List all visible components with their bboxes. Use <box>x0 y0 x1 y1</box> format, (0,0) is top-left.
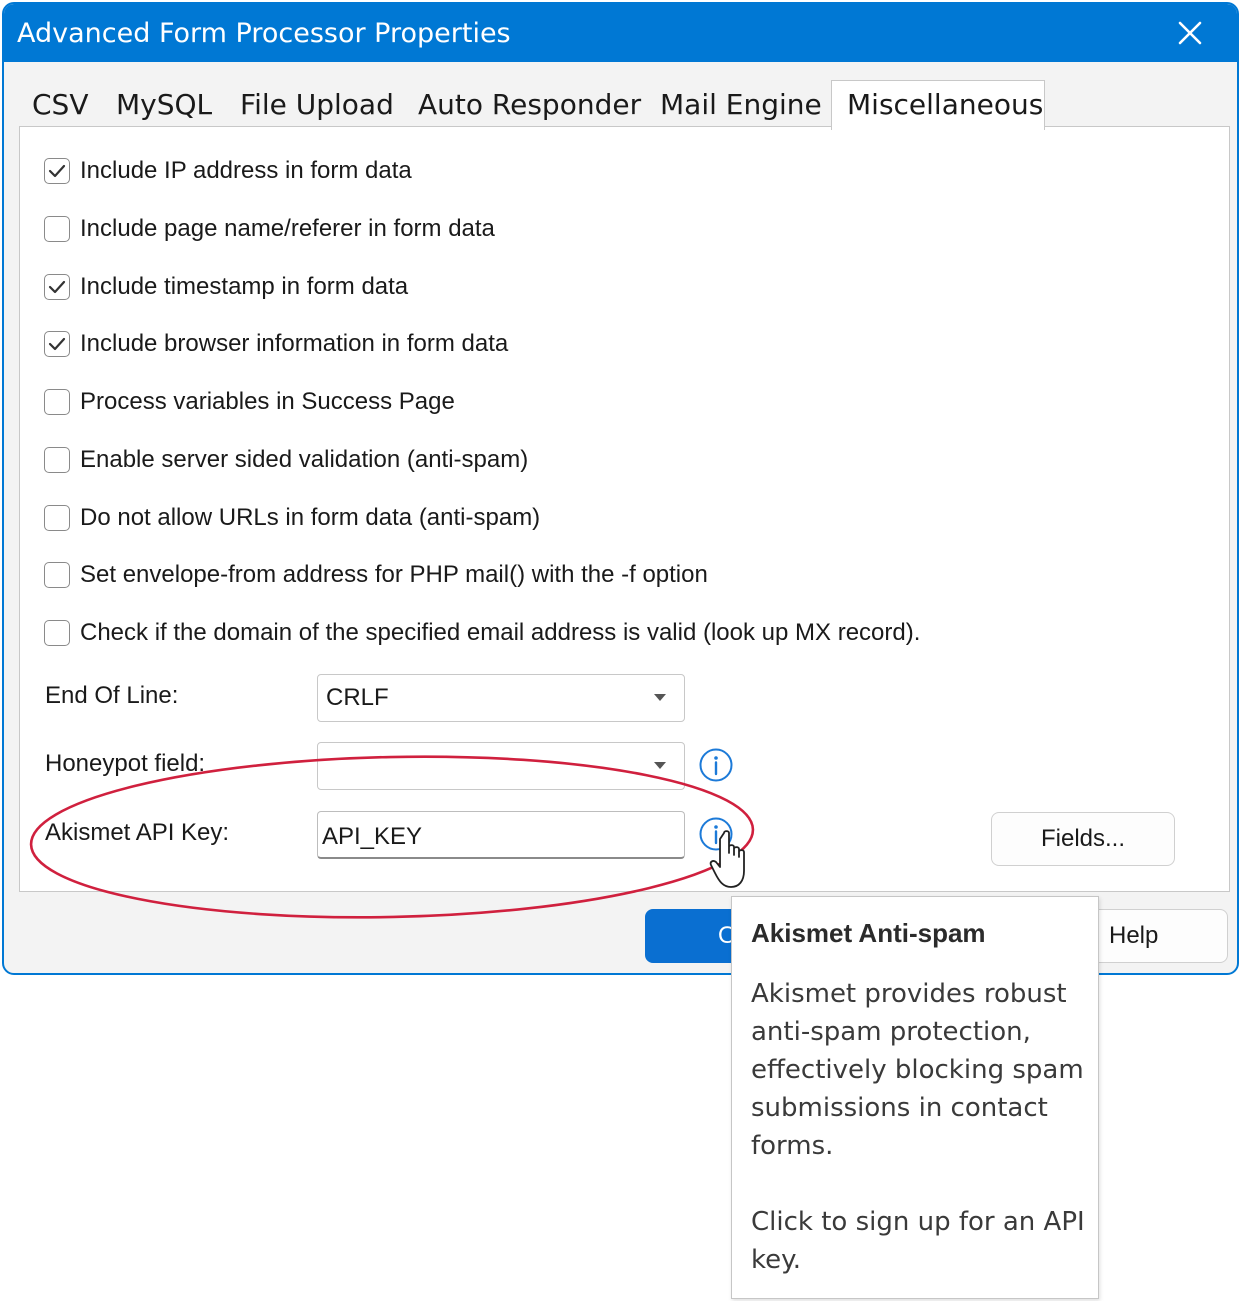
option-label: Check if the domain of the specified ema… <box>80 619 921 646</box>
option-include-page-name[interactable]: Include page name/referer in form data <box>44 212 495 246</box>
tab-miscellaneous-label: Miscellaneous <box>847 88 1044 121</box>
option-label: Enable server sided validation (anti-spa… <box>80 446 529 473</box>
tab-miscellaneous[interactable]: Miscellaneous <box>831 80 1045 130</box>
option-process-variables[interactable]: Process variables in Success Page <box>44 385 455 419</box>
end-of-line-select[interactable]: CRLF <box>317 674 685 722</box>
tooltip-body: Akismet provides robust anti-spam protec… <box>751 975 1091 1279</box>
tab-mysql[interactable]: MySQL <box>116 88 212 122</box>
end-of-line-value: CRLF <box>326 684 389 711</box>
properties-dialog: Advanced Form Processor Properties CSV M… <box>2 2 1239 975</box>
checkbox[interactable] <box>44 447 70 473</box>
tooltip-description: Akismet provides robust anti-spam protec… <box>751 979 1084 1161</box>
tooltip-title: Akismet Anti-spam <box>751 918 986 948</box>
tab-csv[interactable]: CSV <box>32 88 88 122</box>
checkmark-icon <box>48 337 66 351</box>
option-label: Do not allow URLs in form data (anti-spa… <box>80 504 541 531</box>
tab-mail-engine[interactable]: Mail Engine <box>660 88 822 122</box>
option-label: Process variables in Success Page <box>80 388 455 415</box>
option-disallow-urls[interactable]: Do not allow URLs in form data (anti-spa… <box>44 501 540 535</box>
checkbox[interactable] <box>44 216 70 242</box>
checkbox[interactable] <box>44 331 70 357</box>
option-server-validation[interactable]: Enable server sided validation (anti-spa… <box>44 443 528 477</box>
chevron-down-icon <box>654 762 666 769</box>
option-label: Include timestamp in form data <box>80 273 409 300</box>
akismet-tooltip[interactable]: Akismet Anti-spam Akismet provides robus… <box>731 896 1099 1299</box>
end-of-line-label: End Of Line: <box>45 682 179 709</box>
option-label: Include browser information in form data <box>80 330 509 357</box>
checkbox[interactable] <box>44 158 70 184</box>
option-include-ip[interactable]: Include IP address in form data <box>44 154 412 188</box>
checkmark-icon <box>48 280 66 294</box>
option-include-timestamp[interactable]: Include timestamp in form data <box>44 270 408 304</box>
tab-auto-responder[interactable]: Auto Responder <box>418 88 641 122</box>
option-label: Include IP address in form data <box>80 157 412 184</box>
honeypot-label: Honeypot field: <box>45 750 206 777</box>
checkbox[interactable] <box>44 505 70 531</box>
checkmark-icon <box>48 164 66 178</box>
akismet-api-key-input[interactable] <box>317 811 685 859</box>
title-bar[interactable]: Advanced Form Processor Properties <box>4 4 1237 62</box>
option-envelope-from[interactable]: Set envelope-from address for PHP mail()… <box>44 558 708 592</box>
chevron-down-icon <box>654 694 666 701</box>
option-include-browser-info[interactable]: Include browser information in form data <box>44 327 508 361</box>
option-check-mx-record[interactable]: Check if the domain of the specified ema… <box>44 616 920 650</box>
checkbox[interactable] <box>44 389 70 415</box>
akismet-label: Akismet API Key: <box>45 819 230 846</box>
tab-file-upload[interactable]: File Upload <box>240 88 394 122</box>
fields-button[interactable]: Fields... <box>991 812 1175 866</box>
dialog-title: Advanced Form Processor Properties <box>17 18 511 49</box>
honeypot-info-icon[interactable] <box>698 747 734 783</box>
checkbox[interactable] <box>44 620 70 646</box>
honeypot-select[interactable] <box>317 742 685 790</box>
close-button[interactable] <box>1173 16 1207 50</box>
option-label: Include page name/referer in form data <box>80 215 495 242</box>
akismet-info-icon[interactable] <box>698 816 734 852</box>
option-label: Set envelope-from address for PHP mail()… <box>80 561 708 588</box>
stage: Advanced Form Processor Properties CSV M… <box>0 0 1245 1301</box>
checkbox[interactable] <box>44 274 70 300</box>
close-icon <box>1178 21 1202 45</box>
tooltip-signup-hint: Click to sign up for an API key. <box>751 1207 1085 1275</box>
checkbox[interactable] <box>44 562 70 588</box>
